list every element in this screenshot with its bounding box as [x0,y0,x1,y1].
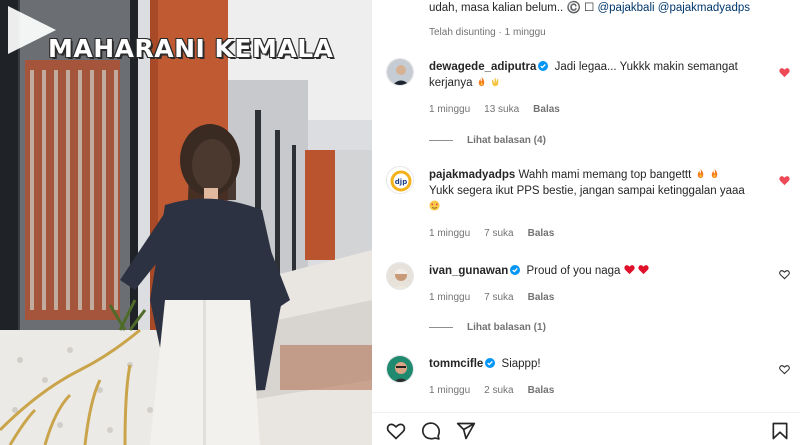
comments-panel[interactable]: udah, masa kalian belum.. ©️ ☐ @pajakbal… [372,0,800,412]
share-icon[interactable] [456,421,476,441]
comment-body: ivan_gunawan Proud of you naga [429,263,769,279]
red-heart-emoji-icon [638,265,649,275]
djp-logo-icon: djp [387,167,413,193]
comment-meta: 1 minggu 13 suka Balas [429,104,574,115]
verified-badge-icon [510,265,521,275]
comment-meta: 1 minggu 7 suka Balas [429,228,568,239]
avatar[interactable] [386,58,414,86]
fire-emoji-icon [711,168,717,179]
view-replies-label: Lihat balasan (1) [467,322,546,333]
view-replies-label: Lihat balasan (4) [467,135,546,146]
avatar-image [387,59,413,85]
like-heart-outline-icon[interactable] [779,269,790,280]
like-heart-filled-icon[interactable] [779,67,790,78]
mention-pajakmadyadps[interactable]: @pajakmadyadps [658,2,750,14]
caption-symbols: ©️ ☐ [566,2,598,14]
mention-pajakbali[interactable]: @pajakbali [597,2,654,14]
replies-divider [429,139,453,141]
comment-likes[interactable]: 7 suka [484,228,513,239]
comment-body: dewagede_adiputra Jadi legaa... Yukkk ma… [429,59,769,91]
comment-text-line-2: Yukk segera ikut PPS bestie, jangan samp… [429,185,745,197]
reply-button[interactable]: Balas [533,104,560,115]
comment-time: 1 minggu [429,385,471,396]
fire-emoji-icon [478,76,484,87]
fire-emoji-icon [697,168,703,179]
comment-meta: 1 minggu 7 suka Balas [429,292,568,303]
comment-time: 1 minggu [429,228,471,239]
instagram-post: MAHARANI KEMALA udah, masa kalian belum.… [0,0,800,445]
comment-username[interactable]: tommcifle [429,358,483,370]
post-action-bar [372,412,800,445]
video-overlay-title: MAHARANI KEMALA [48,34,334,63]
clap-emoji-icon [491,77,499,87]
comment-body: tommcifle Siappp! [429,356,769,372]
view-replies-button[interactable]: Lihat balasan (4) [429,135,546,146]
red-heart-emoji-icon [623,265,635,275]
avatar-image [387,263,413,289]
avatar-image [387,356,413,382]
replies-divider [429,326,453,328]
comment-body: pajakmadyadps Wahh mami memang top bange… [429,167,769,215]
comment-likes[interactable]: 2 suka [484,385,513,396]
avatar[interactable] [386,355,414,383]
comment-username[interactable]: pajakmadyadps [429,169,515,181]
verified-badge-icon [538,61,549,71]
like-heart-filled-icon[interactable] [779,175,790,186]
video-frame-illustration [0,0,372,445]
comment-meta: 1 minggu 2 suka Balas [429,385,568,396]
comment-icon[interactable] [421,421,441,441]
caption-text: udah, masa kalian belum.. ©️ ☐ @pajakbal… [429,0,750,14]
view-replies-button[interactable]: Lihat balasan (1) [429,322,546,333]
comment-time: 1 minggu [429,104,471,115]
heart-outline-icon[interactable] [386,421,406,441]
comment-likes[interactable]: 13 suka [484,104,519,115]
caption-body: udah, masa kalian belum.. [429,2,567,14]
like-heart-outline-icon[interactable] [779,364,790,375]
comment-text-line-1: Wahh mami memang top bangettt [518,169,692,181]
play-icon[interactable] [0,0,60,60]
comment-likes[interactable]: 7 suka [484,292,513,303]
heart-eyes-emoji-icon [429,200,440,211]
comment-text: Siappp! [501,358,541,370]
comment-time: 1 minggu [429,292,471,303]
comment-username[interactable]: ivan_gunawan [429,265,508,277]
bookmark-icon[interactable] [770,421,790,441]
reply-button[interactable]: Balas [528,228,555,239]
comment-text: Proud of you naga [526,265,621,277]
avatar[interactable]: djp [386,166,414,194]
verified-badge-icon [485,358,496,368]
avatar[interactable] [386,262,414,290]
reply-button[interactable]: Balas [528,292,555,303]
reel-video[interactable]: MAHARANI KEMALA [0,0,372,445]
caption-meta: Telah disunting · 1 minggu [429,27,546,38]
reply-button[interactable]: Balas [528,385,555,396]
avatar-text: djp [395,178,407,186]
comment-username[interactable]: dewagede_adiputra [429,61,536,73]
